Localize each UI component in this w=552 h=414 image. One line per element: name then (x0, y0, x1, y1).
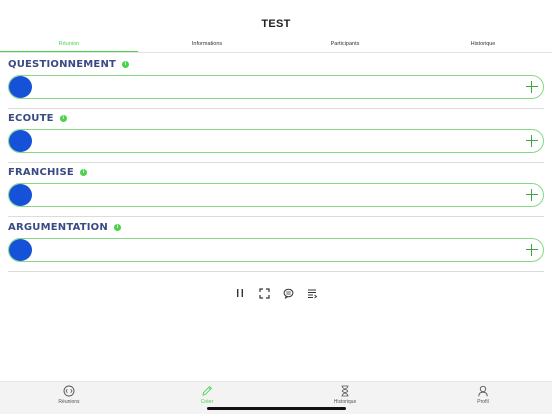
tab-bar: Réunion Informations Participants Histor… (0, 36, 552, 52)
section-title: QUESTIONNEMENT (8, 58, 117, 70)
section-divider (8, 271, 544, 272)
tab-divider (0, 52, 552, 53)
nav-label: Profil (477, 399, 489, 405)
fullscreen-icon (258, 287, 270, 299)
home-indicator (207, 407, 346, 410)
pause-button[interactable] (234, 287, 246, 299)
tab-informations[interactable]: Informations (138, 36, 276, 52)
section-title: ARGUMENTATION (8, 221, 108, 233)
tab-reunion[interactable]: Réunion (0, 36, 138, 52)
section-divider (8, 162, 544, 163)
section-title: FRANCHISE (8, 166, 74, 178)
chat-button[interactable] (282, 287, 294, 299)
plus-icon[interactable] (524, 242, 540, 258)
pencil-icon (202, 385, 213, 396)
person-icon (478, 385, 488, 397)
fullscreen-button[interactable] (258, 287, 270, 299)
list-button[interactable] (306, 287, 318, 299)
plus-icon[interactable] (524, 79, 540, 95)
rating-slider[interactable] (8, 183, 544, 207)
list-icon (307, 289, 317, 298)
info-icon[interactable]: i (79, 168, 87, 176)
slider-knob[interactable] (9, 184, 32, 206)
section-argumentation: ARGUMENTATION i (8, 220, 544, 262)
slider-knob[interactable] (9, 130, 32, 152)
meeting-controls (0, 287, 552, 301)
nav-label: Historique (333, 399, 357, 405)
section-franchise: FRANCHISE i (8, 165, 544, 207)
rating-slider[interactable] (8, 75, 544, 99)
nav-reunions[interactable]: Réunions (39, 385, 99, 409)
nav-label: Créer (200, 399, 214, 405)
pause-icon (237, 289, 243, 297)
section-questionnement: QUESTIONNEMENT i (8, 57, 544, 99)
section-ecoute: ECOUTE i (8, 111, 544, 153)
info-icon[interactable]: i (113, 223, 121, 231)
plus-icon[interactable] (524, 133, 540, 149)
info-icon[interactable]: i (59, 114, 67, 122)
slider-knob[interactable] (9, 76, 32, 98)
tab-historique[interactable]: Historique (414, 36, 552, 52)
meetings-icon (63, 385, 75, 397)
rating-slider[interactable] (8, 129, 544, 153)
section-title: ECOUTE (8, 112, 54, 124)
page-title: TEST (261, 18, 291, 30)
nav-label: Réunions (58, 399, 80, 405)
section-divider (8, 216, 544, 217)
hourglass-icon (341, 385, 349, 397)
nav-profil[interactable]: Profil (453, 385, 513, 409)
info-icon[interactable]: i (122, 60, 130, 68)
plus-icon[interactable] (524, 187, 540, 203)
tab-participants[interactable]: Participants (276, 36, 414, 52)
slider-knob[interactable] (9, 239, 32, 261)
rating-slider[interactable] (8, 238, 544, 262)
chat-icon (283, 288, 293, 299)
nav-creer[interactable]: Créer (177, 385, 237, 409)
section-divider (8, 108, 544, 109)
nav-historique[interactable]: Historique (315, 385, 375, 409)
